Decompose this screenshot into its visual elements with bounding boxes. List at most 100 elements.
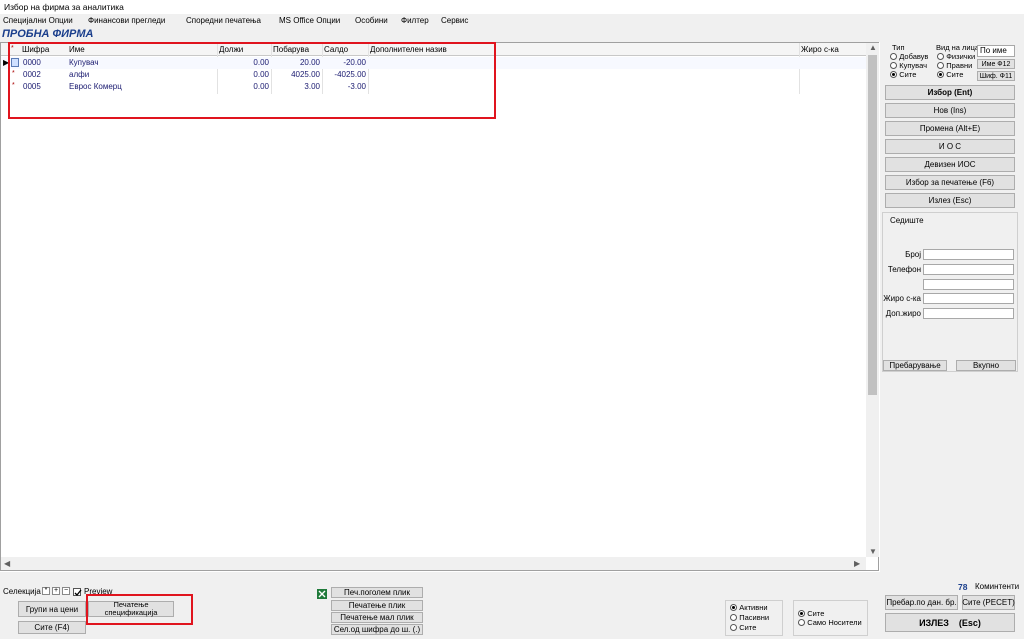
- radio-label: Физички: [946, 52, 976, 61]
- radio-label: Добавув: [899, 52, 929, 61]
- menu-properties[interactable]: Особини: [355, 16, 388, 25]
- person-radio-all[interactable]: Сите: [937, 70, 963, 79]
- contacts-count: 78: [958, 582, 968, 592]
- foreign-ios-button[interactable]: Девизен ИОС: [885, 157, 1015, 172]
- radio-selected-icon: [730, 604, 737, 612]
- search-button[interactable]: Пребарување: [883, 360, 947, 371]
- radio-label: Сите: [899, 70, 917, 79]
- radio-label: Активни: [739, 603, 768, 612]
- window-title: Избор на фирма за аналитика: [4, 2, 124, 12]
- person-type-label: Вид на лица: [936, 43, 980, 52]
- radio-label: Пасивни: [739, 613, 770, 622]
- radio-label: Сите: [807, 609, 825, 618]
- price-groups-button[interactable]: Групи на цени: [18, 601, 86, 617]
- check-icon: [74, 589, 82, 596]
- firm-bar: ПРОБНА ФИРМА: [0, 28, 1024, 42]
- highlight-print-spec: [86, 594, 193, 625]
- right-panel: Тип Добавув Купувач Сите Вид на лица Физ…: [880, 42, 1024, 572]
- details-box: Седиште: [882, 212, 1018, 372]
- status-radio-active[interactable]: Активни: [730, 603, 768, 612]
- phone-label: Телефон: [887, 265, 921, 274]
- scroll-right-icon[interactable]: ▶: [854, 559, 860, 568]
- contacts-label: Коминтенти: [975, 582, 1020, 591]
- scroll-thumb[interactable]: [868, 55, 877, 395]
- select-code-range-button[interactable]: Сел.од шифра до ш. (.): [331, 624, 423, 635]
- selection-label: Селекција: [3, 587, 41, 596]
- preview-checkbox[interactable]: [73, 587, 82, 596]
- print-large-envelope-button[interactable]: Печ.поголем плик: [331, 587, 423, 598]
- carrier-group: Сите Само Носители: [793, 600, 868, 636]
- status-group: Активни Пасивни Сите: [725, 600, 783, 636]
- person-radio-legal[interactable]: Правни: [937, 61, 972, 70]
- selection-minus-icon[interactable]: −: [62, 587, 70, 595]
- radio-selected-icon: [890, 71, 897, 79]
- new-button[interactable]: Нов (Ins): [885, 103, 1015, 118]
- menu-special-options[interactable]: Специјални Опции: [3, 16, 73, 25]
- search-by-tax-button[interactable]: Пребар.по дан. бр.: [885, 595, 958, 610]
- firms-grid[interactable]: * Шифра Име Должи Побарува Салдо Дополни…: [0, 42, 879, 571]
- extra-account-field[interactable]: [923, 308, 1014, 319]
- account-field[interactable]: [923, 293, 1014, 304]
- radio-label: Правни: [946, 61, 973, 70]
- all-f4-button[interactable]: Сите (F4): [18, 621, 86, 634]
- horizontal-scrollbar[interactable]: ◀ ▶: [1, 557, 866, 570]
- headquarters-label: Седиште: [890, 216, 924, 225]
- print-envelope-button[interactable]: Печатење плик: [331, 600, 423, 611]
- sort-by-name-button[interactable]: Име Ф12: [977, 59, 1015, 69]
- exit-button[interactable]: ИЗЛЕЗ (Esc): [885, 613, 1015, 632]
- radio-icon: [798, 619, 805, 627]
- type-radio-all[interactable]: Сите: [890, 70, 916, 79]
- menu-service[interactable]: Сервис: [441, 16, 468, 25]
- vertical-scrollbar[interactable]: ▲ ▼: [866, 43, 879, 557]
- radio-icon: [937, 62, 944, 70]
- type-radio-buyers[interactable]: Купувач: [890, 61, 927, 70]
- extra-field[interactable]: [923, 279, 1014, 290]
- ios-button[interactable]: И О С: [885, 139, 1015, 154]
- edit-button[interactable]: Промена (Alt+E): [885, 121, 1015, 136]
- extra-account-label: Доп.жиро: [885, 309, 921, 318]
- select-for-print-button[interactable]: Избор за печатење (F6): [885, 175, 1015, 190]
- number-field[interactable]: [923, 249, 1014, 260]
- sort-by-code-button[interactable]: Шиф. Ф11: [977, 71, 1015, 81]
- radio-icon: [937, 53, 944, 61]
- radio-icon: [890, 62, 897, 70]
- firm-title: ПРОБНА ФИРМА: [2, 28, 94, 40]
- select-button[interactable]: Избор (Ent): [885, 85, 1015, 100]
- radio-label: Само Носители: [807, 618, 862, 627]
- carrier-radio-all[interactable]: Сите: [798, 609, 824, 618]
- highlight-table-rows: [8, 42, 496, 119]
- radio-selected-icon: [937, 71, 944, 79]
- selection-all-icon[interactable]: *: [42, 587, 50, 595]
- print-small-envelope-button[interactable]: Печатење мал плик: [331, 612, 423, 623]
- reset-all-button[interactable]: Сите (РЕСЕТ): [962, 595, 1015, 610]
- sort-field[interactable]: По име: [977, 45, 1015, 57]
- menu-financial-reports[interactable]: Финансови прегледи: [88, 16, 165, 25]
- selection-plus-icon[interactable]: +: [52, 587, 60, 595]
- scroll-down-icon[interactable]: ▼: [869, 547, 877, 556]
- status-radio-all[interactable]: Сите: [730, 623, 756, 632]
- menu-ms-office[interactable]: MS Office Опции: [279, 16, 340, 25]
- carrier-radio-only[interactable]: Само Носители: [798, 618, 862, 627]
- radio-label: Купувач: [899, 61, 927, 70]
- excel-icon[interactable]: [316, 588, 328, 600]
- radio-icon: [890, 53, 897, 61]
- exit-button-small[interactable]: Излез (Esc): [885, 193, 1015, 208]
- status-radio-passive[interactable]: Пасивни: [730, 613, 769, 622]
- radio-icon: [730, 624, 737, 632]
- menu-side-printing[interactable]: Споредни печатења: [186, 16, 261, 25]
- menu-bar: Специјални Опции Финансови прегледи Спор…: [0, 14, 1024, 28]
- phone-field[interactable]: [923, 264, 1014, 275]
- bottom-panel: Селекција * + − Preview Групи на цени Си…: [0, 572, 1024, 639]
- col-header-account[interactable]: Жиро с-ка: [801, 45, 839, 54]
- number-label: Број: [905, 250, 921, 259]
- scroll-up-icon[interactable]: ▲: [869, 43, 877, 52]
- type-label: Тип: [892, 43, 905, 52]
- menu-filter[interactable]: Филтер: [401, 16, 429, 25]
- account-label: Жиро с-ка: [883, 294, 921, 303]
- total-button[interactable]: Вкупно: [956, 360, 1016, 371]
- radio-selected-icon: [798, 610, 805, 618]
- person-radio-physical[interactable]: Физички: [937, 52, 975, 61]
- radio-icon: [730, 614, 737, 622]
- scroll-left-icon[interactable]: ◀: [4, 559, 10, 568]
- type-radio-suppliers[interactable]: Добавув: [890, 52, 928, 61]
